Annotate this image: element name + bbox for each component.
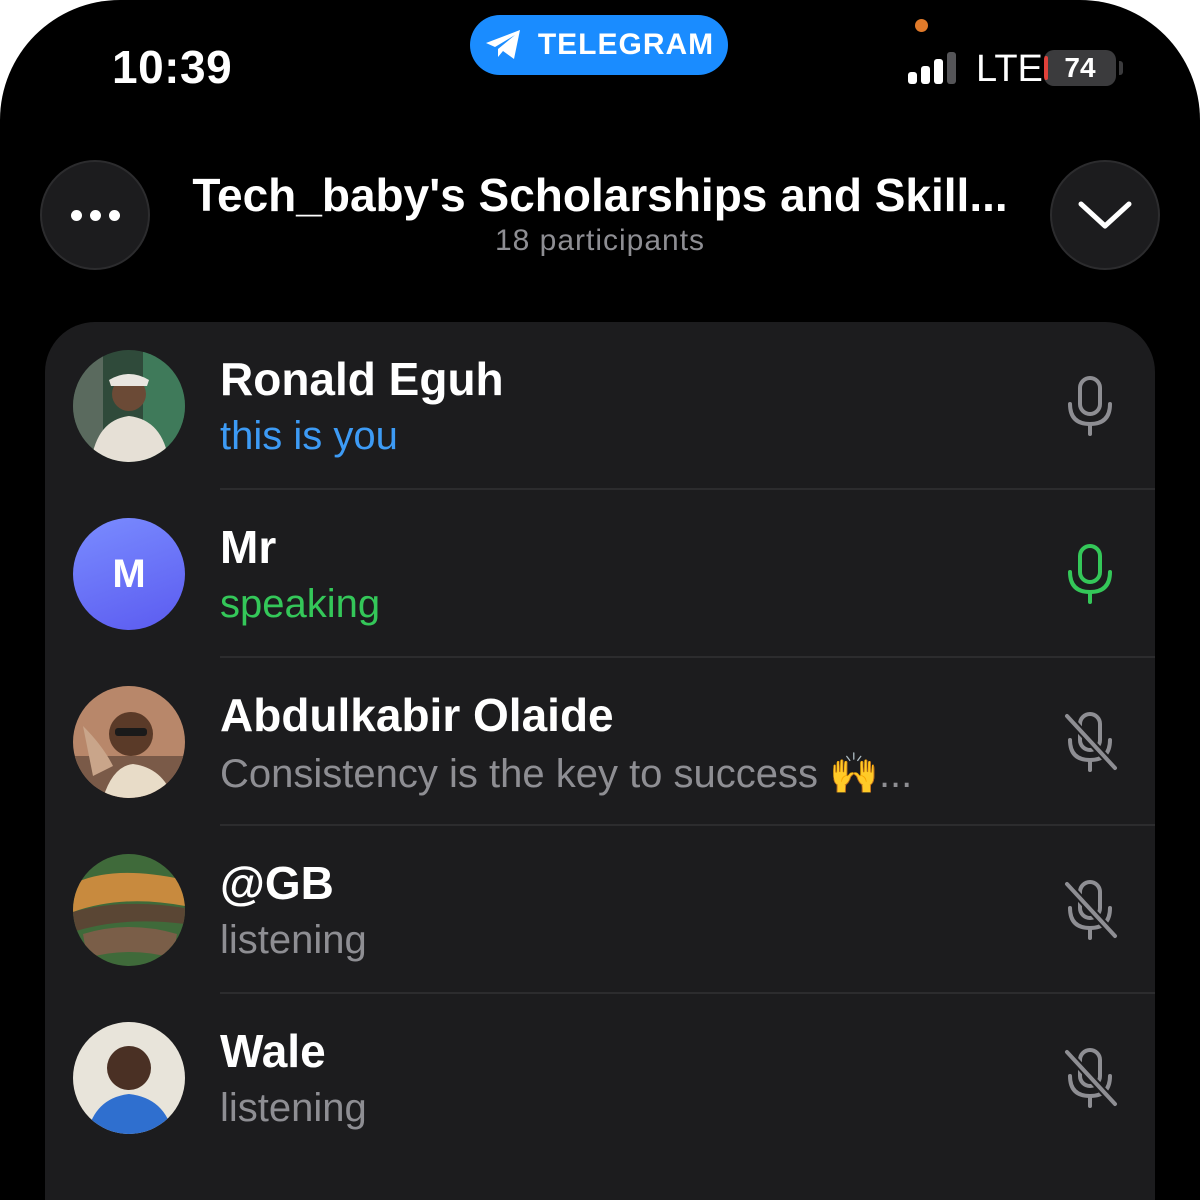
participant-status: listening: [220, 1086, 367, 1130]
participant-name: Wale: [220, 1025, 326, 1077]
participants-count: 18 participants: [494, 224, 706, 257]
participant-status: this is you: [220, 414, 398, 458]
participant-name: Mr: [220, 521, 277, 573]
participant-row[interactable]: Wale listening: [45, 994, 1155, 1162]
chevron-down-icon: [1078, 201, 1132, 229]
avatar: [73, 854, 185, 966]
mic-muted-icon[interactable]: [1061, 878, 1119, 942]
battery-level-bar: [1044, 56, 1048, 80]
participant-name: @GB: [220, 857, 334, 909]
mic-muted-icon[interactable]: [1061, 1046, 1119, 1110]
status-time: 10:39: [112, 41, 233, 93]
participant-row[interactable]: @GB listening: [45, 826, 1155, 994]
participant-status: Consistency is the key to success 🙌...: [220, 752, 913, 796]
collapse-button[interactable]: [1050, 160, 1160, 270]
telegram-app-pill[interactable]: TELEGRAM: [470, 15, 728, 75]
participant-status: listening: [220, 918, 367, 962]
avatar: [73, 1022, 185, 1134]
ellipsis-icon: [70, 209, 120, 221]
participant-row[interactable]: Abdulkabir Olaide Consistency is the key…: [45, 658, 1155, 826]
participant-status: speaking: [220, 582, 381, 626]
avatar: [73, 350, 185, 462]
avatar: M: [73, 518, 185, 630]
network-type: LTE: [976, 48, 1043, 90]
telegram-icon: [485, 30, 520, 59]
phone-screen: 10:39 TELEGRAM LTE 74 Tech_baby's Schola…: [0, 0, 1200, 1200]
participant-name: Abdulkabir Olaide: [220, 689, 614, 741]
privacy-indicator-dot: [915, 19, 928, 32]
battery-indicator: 74: [1044, 50, 1116, 86]
avatar: [73, 686, 185, 798]
participant-name: Ronald Eguh: [220, 353, 504, 405]
battery-percent: 74: [1064, 52, 1096, 83]
more-options-button[interactable]: [40, 160, 150, 270]
participant-row[interactable]: Ronald Eguh this is you: [45, 322, 1155, 490]
mic-active-icon[interactable]: [1061, 542, 1119, 606]
participants-list: Ronald Eguh this is you M Mr speaking Ab…: [45, 322, 1155, 1200]
mic-muted-icon[interactable]: [1061, 710, 1119, 774]
chat-title: Tech_baby's Scholarships and Skill...: [192, 169, 1008, 221]
mic-idle-icon[interactable]: [1061, 374, 1119, 438]
signal-strength-icon: [908, 52, 956, 84]
battery-nub: [1119, 61, 1123, 75]
participant-row[interactable]: M Mr speaking: [45, 490, 1155, 658]
telegram-pill-label: TELEGRAM: [537, 28, 715, 61]
